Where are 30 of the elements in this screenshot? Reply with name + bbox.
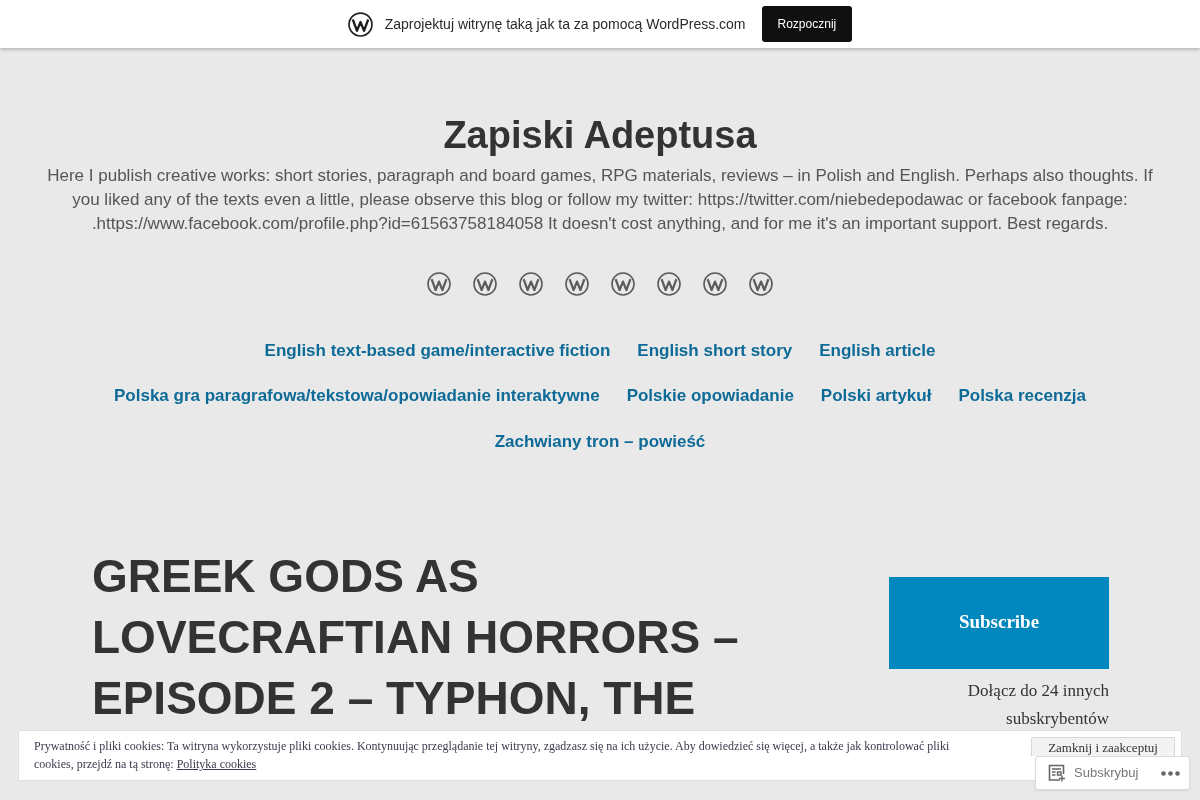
wordpress-logo-icon bbox=[347, 11, 373, 37]
document-plus-icon bbox=[1048, 764, 1066, 782]
accept-button[interactable]: Zamknij i zaakceptuj bbox=[1031, 737, 1175, 756]
site-title[interactable]: Zapiski Adeptusa bbox=[443, 111, 757, 159]
promo-text: Zaprojektuj witrynę taką jak ta za pomocą WordPress.com bbox=[384, 14, 746, 34]
cookie-policy-link[interactable]: Polityka cookies bbox=[176, 757, 257, 771]
menu-link[interactable]: Polska recenzja bbox=[958, 385, 1086, 408]
menu-link[interactable]: English short story bbox=[637, 339, 793, 362]
wordpress-icon[interactable] bbox=[749, 272, 773, 296]
more-icon bbox=[1160, 770, 1180, 776]
menu-link[interactable]: English text-based game/interactive fiction bbox=[264, 339, 611, 362]
wordpress-icon[interactable] bbox=[427, 272, 451, 296]
wordpress-icon[interactable] bbox=[473, 272, 497, 296]
wordpress-icon[interactable] bbox=[611, 272, 635, 296]
menu-link[interactable]: English article bbox=[819, 339, 936, 362]
wordpress-icon[interactable] bbox=[519, 272, 543, 296]
menu-link[interactable]: Polski artykuł bbox=[820, 385, 932, 408]
cookie-notice-text: Prywatność i pliki cookies: Ta witryna wykorzystuje pliki cookies. Kontynuując przeglądanie tej witryny, zgadzasz się na ich użycie. Aby dowiedzieć się więcej, a także jak kontrolować pliki cookies, przejdź na tą stronę: Polityka cookies bbox=[34, 738, 951, 773]
menu-link[interactable]: Polska gra paragrafowa/tekstowa/opowiadanie interaktywne bbox=[114, 385, 600, 408]
article-title: GREEK GODS AS LOVECRAFTIAN HORRORS – EPISODE 2 – TYPHON, THE bbox=[92, 548, 740, 726]
menu-link[interactable]: Zachwiany tron – powieść bbox=[494, 430, 706, 453]
menu-link[interactable]: Polskie opowiadanie bbox=[626, 385, 794, 408]
wordpress-icon[interactable] bbox=[565, 272, 589, 296]
subscriber-count-text: Dołącz do 24 innych subskrybentów bbox=[966, 679, 1109, 730]
subscribe-button[interactable]: Subscribe bbox=[889, 576, 1109, 669]
wordpress-icon[interactable] bbox=[703, 272, 727, 296]
site-description: Here I publish creative works: short stories, paragraph and board games, RPG materials, reviews – in Polish and English. Perhaps also thoughts. If you liked any of the texts even a little, please observe this blog or follow my twitter: https://twitter.com/niebedepodawac or facebook fanpage: .https://www.facebook.com/profile.php?id=61563758184058 It doesn't cost anything, and for me it's an important support. Best regards. bbox=[46, 165, 1154, 235]
start-button[interactable]: Rozpocznij bbox=[761, 6, 853, 42]
follow-button[interactable]: Subskrybuj bbox=[1048, 763, 1139, 783]
wordpress-icon[interactable] bbox=[657, 272, 681, 296]
